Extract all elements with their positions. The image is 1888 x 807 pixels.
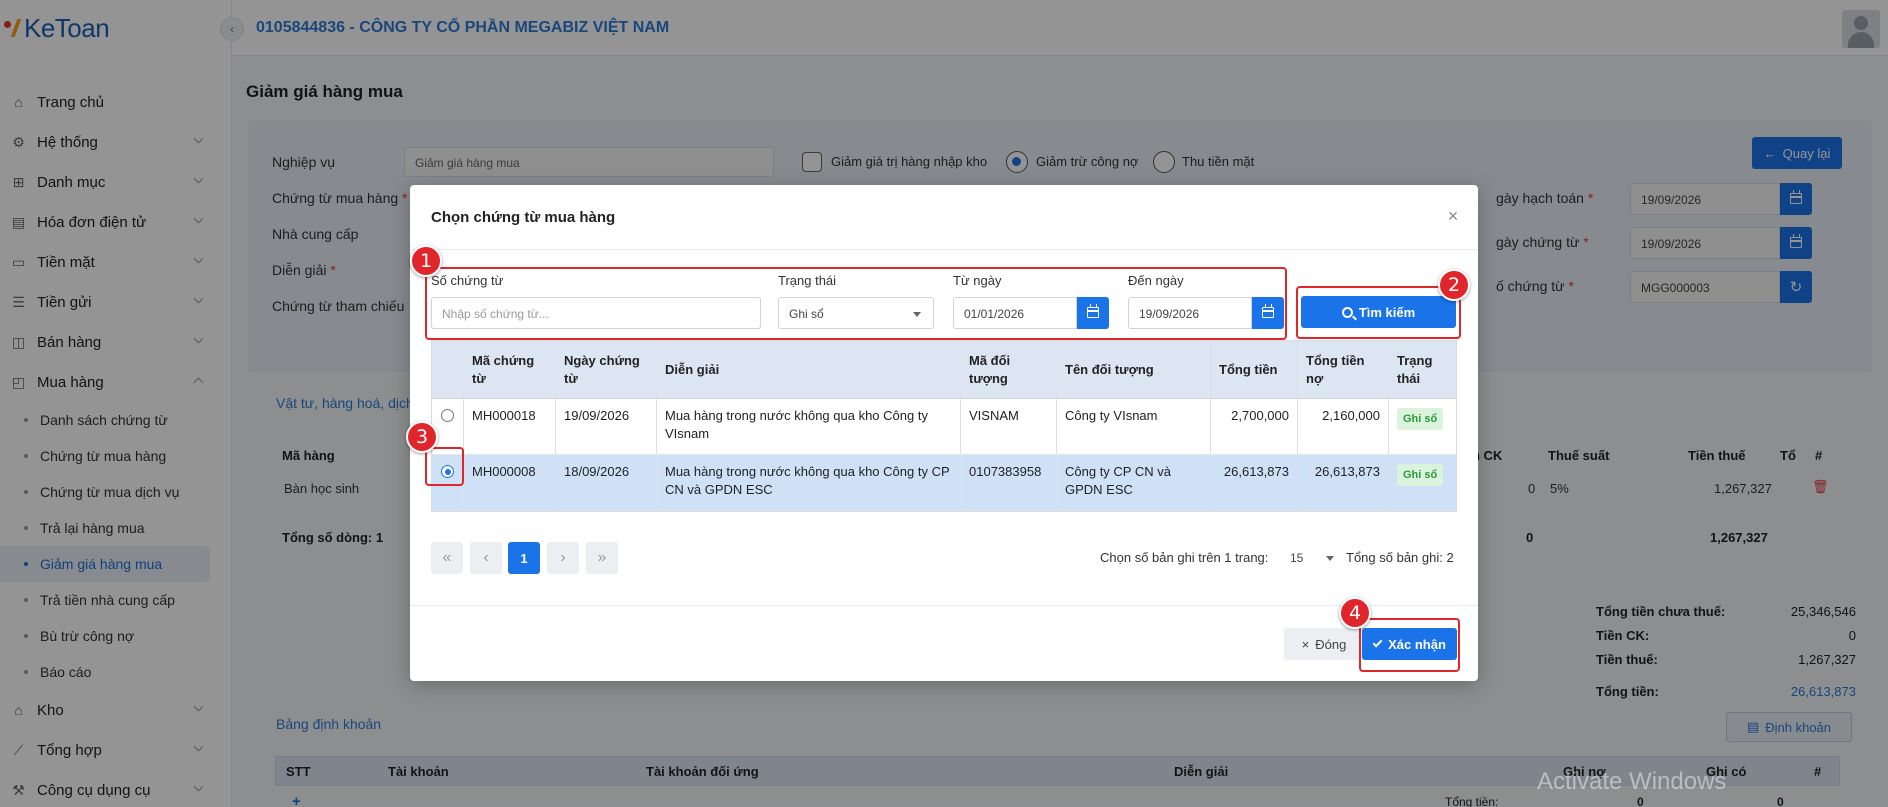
col-object-name: Tên đối tượng xyxy=(1056,341,1210,398)
col-voucher-code: Mã chứng từ xyxy=(463,341,555,398)
total-cell: 26,613,873 xyxy=(1210,455,1297,510)
row-select-cell xyxy=(432,455,463,510)
total-cell: 2,700,000 xyxy=(1210,399,1297,454)
total-records: Tổng số bản ghi: 2 xyxy=(1346,550,1454,565)
windows-watermark: Activate Windows xyxy=(1537,768,1727,795)
col-status: Trạng thái xyxy=(1388,341,1458,398)
close-button[interactable]: × Đóng xyxy=(1284,628,1364,660)
object-code-cell: 0107383958 xyxy=(960,455,1056,510)
description-cell: Mua hàng trong nước không qua kho Công t… xyxy=(656,455,960,510)
annotation-marker-1: 1 xyxy=(410,245,442,277)
total-debt-cell: 2,160,000 xyxy=(1297,399,1388,454)
to-date-field[interactable]: 19/09/2026 xyxy=(1128,297,1284,329)
row-radio[interactable] xyxy=(441,409,454,422)
voucher-number-input[interactable]: Nhập số chứng từ... xyxy=(431,297,761,329)
object-code-cell: VISNAM xyxy=(960,399,1056,454)
table-header: Mã chứng từ Ngày chứng từ Diễn giải Mã đ… xyxy=(432,341,1456,399)
double-chevron-left-icon: « xyxy=(442,549,452,566)
col-description: Diễn giải xyxy=(656,341,960,398)
annotation-marker-4: 4 xyxy=(1339,597,1371,629)
total-debt-cell: 26,613,873 xyxy=(1297,455,1388,510)
from-date-label: Từ ngày xyxy=(953,273,1002,288)
object-name-cell: Công ty VIsnam xyxy=(1056,399,1210,454)
calendar-icon[interactable] xyxy=(1077,297,1109,329)
col-total: Tổng tiền xyxy=(1210,341,1297,398)
next-page-button[interactable]: › xyxy=(547,542,579,574)
col-object-code: Mã đối tượng xyxy=(960,341,1056,398)
status-badge: Ghi sổ xyxy=(1397,408,1444,430)
to-date-label: Đến ngày xyxy=(1128,273,1184,288)
voucher-number-filter-label: Số chứng từ xyxy=(431,273,504,288)
total-records-label: Tổng số bản ghi: xyxy=(1346,550,1443,565)
voucher-table: Mã chứng từ Ngày chứng từ Diễn giải Mã đ… xyxy=(431,340,1457,512)
to-date-value[interactable]: 19/09/2026 xyxy=(1128,297,1252,329)
double-chevron-right-icon: » xyxy=(597,549,607,566)
divider xyxy=(410,605,1478,606)
annotation-marker-3: 3 xyxy=(406,421,438,453)
search-button-label: Tìm kiếm xyxy=(1358,304,1416,320)
voucher-date-cell: 19/09/2026 xyxy=(555,399,656,454)
search-icon xyxy=(1341,306,1353,318)
caret-down-icon xyxy=(913,312,921,317)
col-select xyxy=(432,341,463,398)
check-icon xyxy=(1372,637,1383,648)
voucher-code-cell: MH000008 xyxy=(463,455,555,510)
per-page-value: 15 xyxy=(1290,551,1304,565)
per-page-select[interactable]: 15 xyxy=(1280,542,1342,574)
from-date-field[interactable]: 01/01/2026 xyxy=(953,297,1109,329)
table-row[interactable]: MH000018 19/09/2026 Mua hàng trong nước … xyxy=(432,399,1456,455)
row-radio[interactable] xyxy=(441,465,454,478)
status-cell: Ghi sổ xyxy=(1388,455,1458,510)
close-button-label: Đóng xyxy=(1315,636,1347,652)
prev-page-button[interactable]: ‹ xyxy=(470,542,502,574)
page-button[interactable]: 1 xyxy=(508,542,540,574)
last-page-button[interactable]: » xyxy=(586,542,618,574)
voucher-date-cell: 18/09/2026 xyxy=(555,455,656,510)
divider xyxy=(410,249,1478,250)
object-name-cell: Công ty CP CN và GPDN ESC xyxy=(1056,455,1210,510)
confirm-button[interactable]: Xác nhận xyxy=(1362,628,1457,660)
close-icon[interactable]: × xyxy=(1444,207,1462,225)
caret-down-icon xyxy=(1326,556,1334,561)
total-records-value: 2 xyxy=(1446,550,1454,565)
per-page-label: Chọn số bản ghi trên 1 trang: xyxy=(1100,550,1269,565)
first-page-button[interactable]: « xyxy=(431,542,463,574)
annotation-marker-2: 2 xyxy=(1438,269,1470,301)
status-cell: Ghi sổ xyxy=(1388,399,1458,454)
search-button[interactable]: Tìm kiếm xyxy=(1301,296,1456,328)
select-purchase-voucher-modal: Chọn chứng từ mua hàng × Số chứng từ Nhậ… xyxy=(410,185,1478,681)
modal-title: Chọn chứng từ mua hàng xyxy=(431,209,616,226)
col-voucher-date: Ngày chứng từ xyxy=(555,341,656,398)
calendar-icon[interactable] xyxy=(1252,297,1284,329)
col-total-debt: Tổng tiền nợ xyxy=(1297,341,1388,398)
chevron-right-icon: › xyxy=(560,549,566,566)
chevron-left-icon: ‹ xyxy=(483,549,489,566)
description-cell: Mua hàng trong nước không qua kho Công t… xyxy=(656,399,960,454)
confirm-button-label: Xác nhận xyxy=(1388,636,1446,652)
voucher-code-cell: MH000018 xyxy=(463,399,555,454)
status-filter-label: Trạng thái xyxy=(778,273,837,288)
status-select-value: Ghi sổ xyxy=(789,307,824,321)
status-select[interactable]: Ghi sổ xyxy=(778,297,934,329)
from-date-value[interactable]: 01/01/2026 xyxy=(953,297,1077,329)
status-badge: Ghi sổ xyxy=(1397,464,1444,486)
close-icon: × xyxy=(1301,636,1310,652)
row-select-cell xyxy=(432,399,463,454)
table-row[interactable]: MH000008 18/09/2026 Mua hàng trong nước … xyxy=(432,455,1456,511)
